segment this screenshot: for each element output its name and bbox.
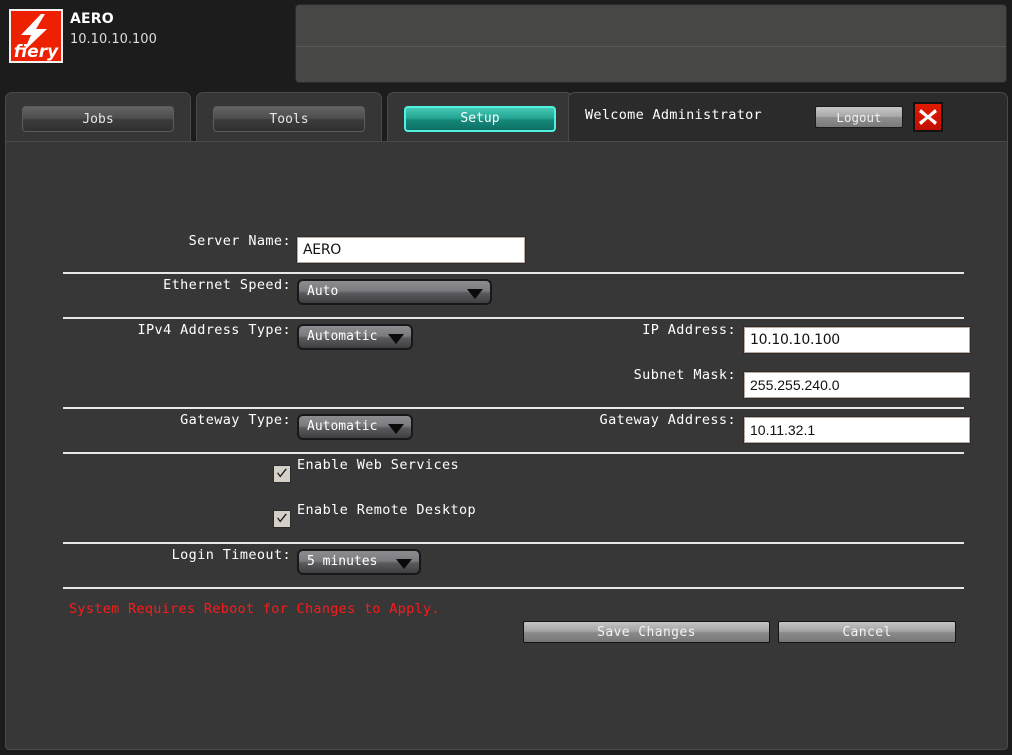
divider-3: [63, 407, 964, 409]
cancel-button[interactable]: Cancel: [778, 621, 956, 643]
login-timeout-value: 5 minutes: [307, 554, 378, 569]
divider-1: [63, 272, 964, 274]
ethernet-speed-value: Auto: [307, 284, 339, 299]
ethernet-speed-label: Ethernet Speed:: [163, 277, 291, 293]
setup-panel: Server Name: Ethernet Speed: Auto IPv4 A…: [5, 141, 1008, 750]
save-changes-button[interactable]: Save Changes: [523, 621, 770, 643]
ethernet-speed-dropdown[interactable]: Auto: [297, 279, 492, 305]
subnet-mask-input[interactable]: [743, 371, 971, 399]
tab-shell-tools: Tools: [196, 92, 382, 141]
tab-setup[interactable]: Setup: [404, 106, 556, 132]
header-panel-divider: [296, 46, 1006, 47]
tab-tools[interactable]: Tools: [213, 106, 365, 132]
enable-remote-desktop-label: Enable Remote Desktop: [297, 502, 477, 518]
divider-6: [63, 587, 964, 589]
tab-shell-setup: Setup: [387, 92, 573, 141]
chevron-down-icon: [388, 424, 404, 434]
server-name-field-label: Server Name:: [188, 233, 291, 249]
chevron-down-icon: [388, 334, 404, 344]
gateway-address-label: Gateway Address:: [599, 412, 736, 428]
tab-jobs[interactable]: Jobs: [22, 106, 174, 132]
server-name-input[interactable]: [296, 236, 526, 264]
close-icon[interactable]: [913, 102, 943, 132]
divider-4: [63, 452, 964, 454]
app-header: fiery AERO 10.10.10.100: [0, 0, 1012, 88]
chevron-down-icon: [467, 289, 483, 299]
enable-web-services-checkbox[interactable]: [273, 465, 291, 483]
ipv4-address-type-dropdown[interactable]: Automatic: [297, 324, 413, 350]
chevron-down-icon: [396, 559, 412, 569]
ipv4-address-type-label: IPv4 Address Type:: [137, 322, 291, 338]
divider-5: [63, 542, 964, 544]
server-ip-label: 10.10.10.100: [70, 32, 157, 47]
welcome-message: Welcome Administrator: [585, 107, 762, 123]
server-name-label: AERO: [70, 11, 114, 27]
server-identity: AERO 10.10.10.100: [70, 10, 280, 50]
fiery-logo: fiery: [9, 9, 63, 63]
ipv4-address-type-value: Automatic: [307, 329, 378, 344]
session-panel: Welcome Administrator Logout: [568, 92, 1008, 141]
tab-bar: Jobs Tools Setup Welcome Administrator L…: [0, 88, 1012, 144]
ip-address-input[interactable]: [743, 326, 971, 354]
reboot-warning-message: System Requires Reboot for Changes to Ap…: [69, 601, 440, 617]
login-timeout-dropdown[interactable]: 5 minutes: [297, 549, 421, 575]
enable-remote-desktop-checkbox[interactable]: [273, 510, 291, 528]
login-timeout-label: Login Timeout:: [171, 547, 291, 563]
fiery-webtools-window: fiery AERO 10.10.10.100 Jobs Tools Setup…: [0, 0, 1012, 755]
svg-text:fiery: fiery: [14, 42, 59, 61]
subnet-mask-label: Subnet Mask:: [633, 367, 736, 383]
header-status-panel: [295, 4, 1007, 83]
enable-web-services-label: Enable Web Services: [297, 457, 460, 473]
gateway-type-value: Automatic: [307, 419, 378, 434]
gateway-address-input[interactable]: [743, 416, 971, 444]
gateway-type-dropdown[interactable]: Automatic: [297, 414, 413, 440]
ip-address-label: IP Address:: [642, 322, 736, 338]
gateway-type-label: Gateway Type:: [180, 412, 291, 428]
divider-2: [63, 317, 964, 319]
logout-button[interactable]: Logout: [815, 106, 903, 128]
tab-shell-jobs: Jobs: [5, 92, 191, 141]
